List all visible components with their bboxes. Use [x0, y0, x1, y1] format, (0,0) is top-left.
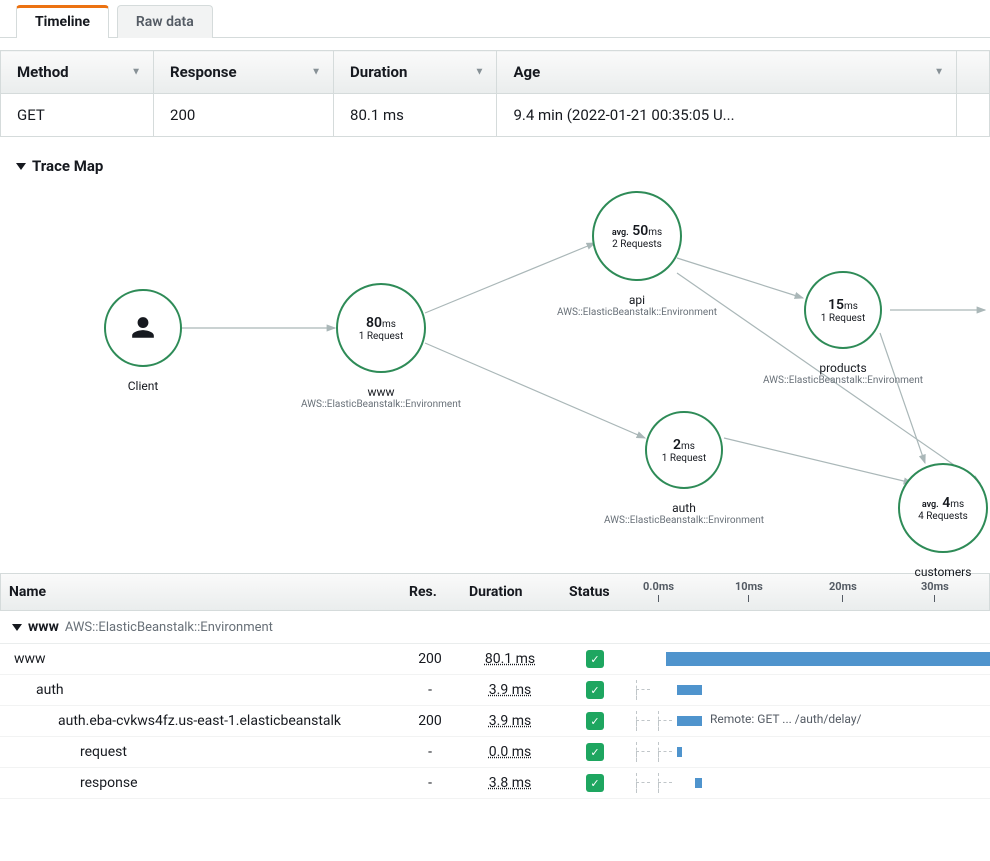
node-label-www: www	[281, 385, 481, 399]
segment-status: ✓	[560, 675, 630, 705]
cell-duration: 80.1 ms	[334, 94, 497, 137]
check-icon: ✓	[586, 681, 604, 699]
node-www[interactable]: 80ms 1 Request www AWS::ElasticBeanstalk…	[336, 283, 426, 373]
trace-map[interactable]: Client 80ms 1 Request www AWS::ElasticBe…	[0, 183, 990, 573]
segment-name: request	[0, 738, 400, 766]
segment-name: auth.eba-cvkws4fz.us-east-1.elasticbeans…	[0, 707, 400, 735]
waterfall-row[interactable]: auth.eba-cvkws4fz.us-east-1.elasticbeans…	[0, 706, 990, 737]
group-name: www	[28, 619, 59, 635]
tabs: Timeline Raw data	[0, 4, 990, 38]
tab-timeline[interactable]: Timeline	[16, 5, 109, 38]
waterfall-group-toggle[interactable]: www AWS::ElasticBeanstalk::Environment	[0, 611, 990, 644]
segment-status: ✓	[560, 768, 630, 798]
waterfall-row[interactable]: auth-3.9 ms ✓	[0, 675, 990, 706]
segment-duration[interactable]: 3.9 ms	[460, 676, 560, 704]
waterfall-row[interactable]: response-3.8 ms ✓	[0, 768, 990, 799]
segment-response: 200	[400, 707, 460, 735]
waterfall-rows: www20080.1 ms✓auth-3.9 ms✓auth.eba-cvkws…	[0, 644, 990, 799]
node-auth[interactable]: 2ms 1 Request auth AWS::ElasticBeanstalk…	[645, 411, 723, 489]
segment-response: -	[400, 676, 460, 704]
col-status[interactable]: Status	[561, 574, 631, 610]
sort-icon: ▼	[311, 67, 321, 78]
segment-duration[interactable]: 0.0 ms	[460, 738, 560, 766]
segment-duration[interactable]: 3.9 ms	[460, 707, 560, 735]
node-api[interactable]: avg. 50ms 2 Requests api AWS::ElasticBea…	[592, 191, 682, 281]
segment-duration[interactable]: 80.1 ms	[460, 645, 560, 673]
segment-bar: Remote: GET ... /auth/delay/	[630, 711, 990, 731]
node-customers[interactable]: avg. 4ms 4 Requests customers	[898, 463, 988, 553]
col-response[interactable]: Response▼	[154, 51, 334, 94]
waterfall-ruler: 0.0ms 10ms 20ms 30ms	[631, 574, 989, 610]
segment-response: -	[400, 769, 460, 797]
segment-name: auth	[0, 676, 400, 704]
segment-duration[interactable]: 3.8 ms	[460, 769, 560, 797]
segment-status: ✓	[560, 644, 630, 674]
check-icon: ✓	[586, 774, 604, 792]
remote-label: Remote: GET ... /auth/delay/	[710, 712, 861, 726]
chevron-down-icon	[16, 163, 26, 170]
chevron-down-icon	[12, 624, 22, 631]
segment-bar	[630, 649, 990, 669]
trace-map-toggle[interactable]: Trace Map	[0, 137, 990, 183]
node-label-products: products	[743, 361, 943, 375]
segment-bar	[630, 773, 990, 793]
col-age[interactable]: Age▼	[497, 51, 957, 94]
check-icon: ✓	[586, 650, 604, 668]
segment-bar	[630, 680, 990, 700]
sort-icon: ▼	[131, 67, 141, 78]
group-type: AWS::ElasticBeanstalk::Environment	[65, 620, 273, 635]
user-icon	[130, 315, 156, 341]
segment-status: ✓	[560, 706, 630, 736]
node-label-client: Client	[43, 379, 243, 393]
sort-icon: ▼	[475, 67, 485, 78]
check-icon: ✓	[586, 712, 604, 730]
col-duration[interactable]: Duration	[461, 574, 561, 610]
node-label-auth: auth	[584, 501, 784, 515]
cell-age: 9.4 min (2022-01-21 00:35:05 U...	[497, 94, 957, 137]
segment-name: response	[0, 769, 400, 797]
cell-response: 200	[154, 94, 334, 137]
segment-response: -	[400, 738, 460, 766]
segment-bar	[630, 742, 990, 762]
segment-status: ✓	[560, 737, 630, 767]
check-icon: ✓	[586, 743, 604, 761]
segment-response: 200	[400, 645, 460, 673]
segment-name: www	[0, 645, 400, 673]
col-duration[interactable]: Duration▼	[334, 51, 497, 94]
summary-table: Method▼ Response▼ Duration▼ Age▼ GET 200…	[0, 50, 990, 137]
cell-method: GET	[1, 94, 154, 137]
summary-row[interactable]: GET 200 80.1 ms 9.4 min (2022-01-21 00:3…	[1, 94, 990, 137]
node-client[interactable]: Client	[104, 289, 182, 367]
tab-raw-data[interactable]: Raw data	[117, 5, 213, 38]
waterfall-row[interactable]: www20080.1 ms ✓	[0, 644, 990, 675]
node-label-api: api	[537, 293, 737, 307]
waterfall-header: Name Res. Duration Status 0.0ms 10ms 20m…	[0, 573, 990, 611]
col-name[interactable]: Name	[1, 574, 401, 610]
trace-map-title: Trace Map	[32, 157, 103, 175]
node-products[interactable]: 15ms 1 Request products AWS::ElasticBean…	[804, 271, 882, 349]
sort-icon: ▼	[934, 67, 944, 78]
waterfall-row[interactable]: request-0.0 ms ✓	[0, 737, 990, 768]
col-method[interactable]: Method▼	[1, 51, 154, 94]
col-res[interactable]: Res.	[401, 574, 461, 610]
